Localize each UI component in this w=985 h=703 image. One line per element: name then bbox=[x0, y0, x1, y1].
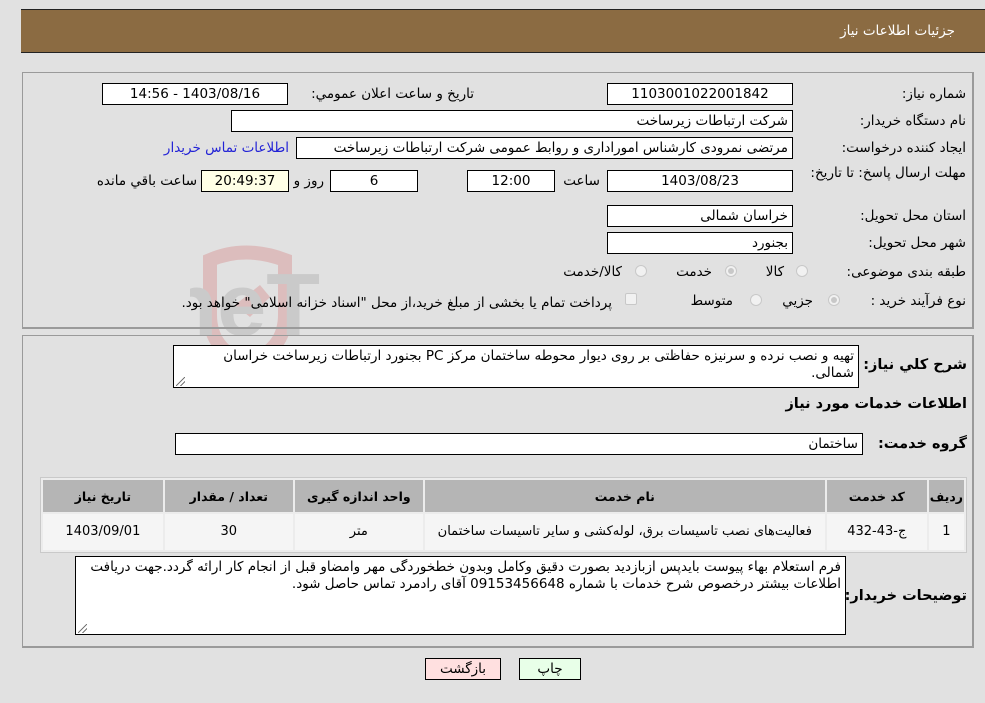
buyer-org-label: نام دستگاه خریدار: bbox=[859, 113, 966, 129]
deadline-label: مهلت ارسال پاسخ: تا تاریخ: bbox=[810, 165, 966, 181]
cell-row-number: 1 bbox=[928, 514, 964, 550]
announce-datetime-label: تاریخ و ساعت اعلان عمومي: bbox=[311, 86, 474, 102]
city-field[interactable]: بجنورد bbox=[607, 232, 793, 254]
purchase-option-minor: جزيي bbox=[782, 293, 813, 309]
requester-label: ایجاد کننده درخواست: bbox=[841, 140, 966, 156]
province-field[interactable]: خراسان شمالی bbox=[607, 205, 793, 227]
col-service-name: نام خدمت bbox=[424, 480, 825, 512]
category-radio-goods-service[interactable] bbox=[635, 265, 647, 277]
purchase-option-medium: متوسط bbox=[690, 293, 733, 309]
services-table: ردیف کد خدمت نام خدمت واحد اندازه گیری ت… bbox=[40, 477, 967, 553]
treasury-checkbox[interactable] bbox=[625, 293, 637, 305]
need-number-label: شماره نیاز: bbox=[901, 86, 966, 102]
buyer-notes-textarea[interactable]: فرم استعلام بهاء پیوست بایدپس ازبازدید ب… bbox=[75, 556, 846, 635]
summary-text: تهیه و نصب نرده و سرنیزه حفاظتی بر روی د… bbox=[223, 348, 854, 381]
remaining-label: ساعت باقي مانده bbox=[96, 173, 197, 189]
category-option-goods: کالا bbox=[765, 264, 784, 280]
table-row: 1 ج-43-432 فعالیت‌های نصب تاسیسات برق، ل… bbox=[43, 514, 964, 550]
buyer-org-field[interactable]: شرکت ارتباطات زیرساخت bbox=[231, 110, 793, 132]
purchase-radio-minor[interactable] bbox=[828, 294, 840, 306]
remaining-time-field: 20:49:37 bbox=[201, 170, 289, 192]
cell-service-name: فعالیت‌های نصب تاسیسات برق، لوله‌کشی و س… bbox=[424, 514, 825, 550]
table-header-row: ردیف کد خدمت نام خدمت واحد اندازه گیری ت… bbox=[43, 480, 964, 512]
services-heading: اطلاعات خدمات مورد نیاز bbox=[785, 396, 967, 412]
announce-datetime-field[interactable]: 1403/08/16 - 14:56 bbox=[102, 83, 288, 105]
cell-service-code: ج-43-432 bbox=[826, 514, 927, 550]
col-row-number: ردیف bbox=[928, 480, 964, 512]
service-group-label: گروه خدمت: bbox=[877, 436, 967, 452]
col-need-date: تاریخ نیاز bbox=[43, 480, 163, 512]
summary-textarea[interactable]: تهیه و نصب نرده و سرنیزه حفاظتی بر روی د… bbox=[173, 345, 859, 388]
cell-quantity: 30 bbox=[164, 514, 293, 550]
page-title: جزئیات اطلاعات نیاز bbox=[840, 23, 955, 39]
deadline-time-label: ساعت bbox=[563, 173, 600, 189]
requester-field[interactable]: مرتضی نمرودی کارشناس امورادارى و روابط ع… bbox=[296, 137, 793, 159]
purchase-type-label: نوع فرآیند خرید : bbox=[870, 293, 966, 309]
deadline-date-field[interactable]: 1403/08/23 bbox=[607, 170, 793, 192]
purchase-radio-medium[interactable] bbox=[750, 294, 762, 306]
buyer-notes-label: توضیحات خریدار: bbox=[844, 588, 967, 604]
buyer-notes-text: فرم استعلام بهاء پیوست بایدپس ازبازدید ب… bbox=[90, 559, 841, 592]
category-label: طبقه بندی موضوعی: bbox=[846, 264, 966, 280]
print-button[interactable]: چاپ bbox=[519, 658, 581, 680]
back-button[interactable]: بازگشت bbox=[425, 658, 501, 680]
resize-grip-icon[interactable] bbox=[78, 624, 87, 633]
summary-label: شرح کلي نیاز: bbox=[863, 357, 967, 373]
page-header: جزئیات اطلاعات نیاز bbox=[21, 9, 985, 53]
buyer-contact-link[interactable]: اطلاعات تماس خریدار bbox=[164, 140, 289, 156]
deadline-time-field[interactable]: 12:00 bbox=[467, 170, 555, 192]
category-option-service: خدمت bbox=[676, 264, 712, 280]
col-quantity: تعداد / مقدار bbox=[164, 480, 293, 512]
col-unit: واحد اندازه گیری bbox=[294, 480, 423, 512]
cell-need-date: 1403/09/01 bbox=[43, 514, 163, 550]
service-group-field[interactable]: ساختمان bbox=[175, 433, 863, 455]
category-option-goods-service: کالا/خدمت bbox=[563, 264, 622, 280]
col-service-code: کد خدمت bbox=[826, 480, 927, 512]
days-label: روز و bbox=[293, 173, 324, 189]
category-radio-service[interactable] bbox=[725, 265, 737, 277]
province-label: استان محل تحویل: bbox=[860, 208, 966, 224]
category-radio-goods[interactable] bbox=[796, 265, 808, 277]
cell-unit: متر bbox=[294, 514, 423, 550]
need-number-field[interactable]: 1103001022001842 bbox=[607, 83, 793, 105]
city-label: شهر محل تحویل: bbox=[868, 235, 966, 251]
remaining-days-field: 6 bbox=[330, 170, 418, 192]
resize-grip-icon[interactable] bbox=[176, 377, 185, 386]
treasury-note: پرداخت تمام یا بخشی از مبلغ خرید،از محل … bbox=[181, 295, 612, 311]
